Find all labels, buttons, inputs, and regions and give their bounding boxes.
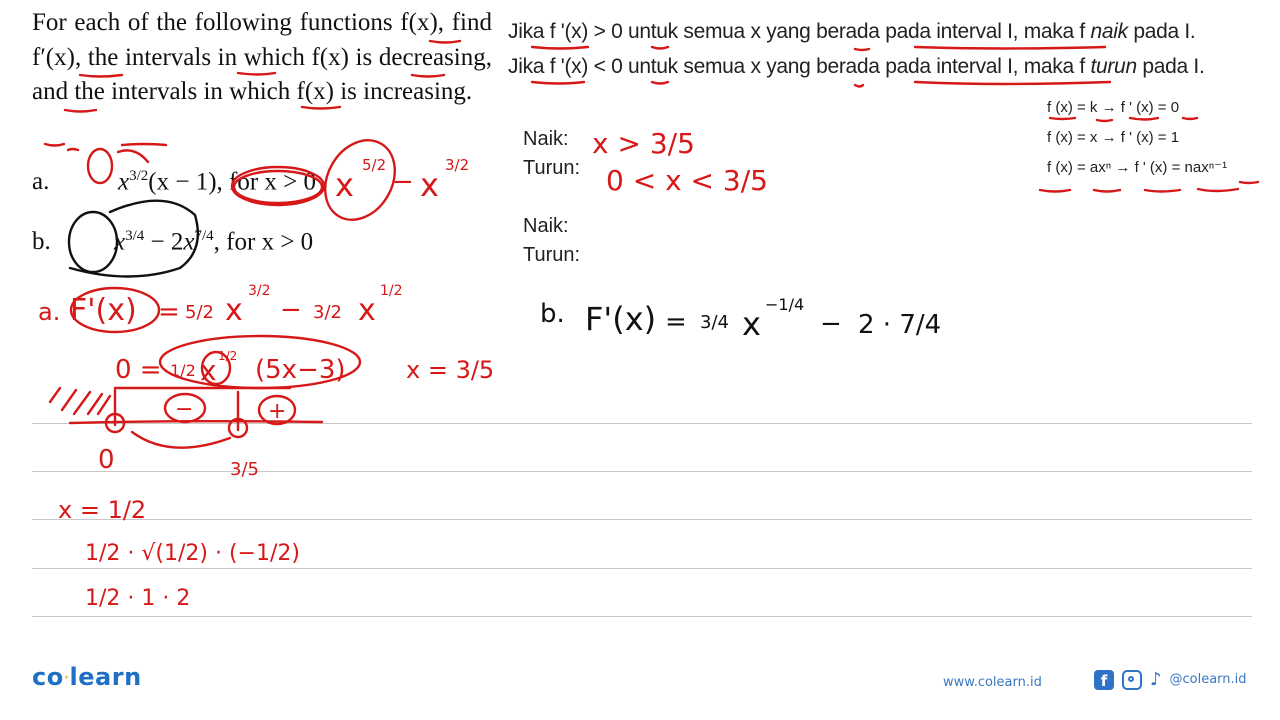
svg-text:x: x (358, 293, 376, 328)
hw-test-x: x = 1/2 (58, 496, 146, 524)
svg-text:x: x (225, 293, 243, 328)
logo-left: co (32, 663, 64, 691)
handwriting-a-rewrite: x 5/2 − x 3/2 (335, 156, 469, 204)
hw-b-minus: − (820, 309, 842, 339)
tiktok-icon[interactable]: ♪ (1150, 669, 1162, 690)
hw-b-c1: 3/4 (700, 312, 729, 333)
hw-turun-value: 0 < x < 3/5 (606, 164, 768, 197)
hw-a-c1: 5/2 (185, 302, 214, 323)
hw-term2: x (420, 166, 439, 204)
sign-positive: + (268, 399, 286, 424)
social-handle[interactable]: @colearn.id (1170, 672, 1247, 687)
handwriting-a-factor: 0 = 1/2 x 1/2 (5x−3) x = 3/5 (115, 334, 494, 390)
hw-term1: x (335, 166, 354, 204)
hw-root: x = 3/5 (406, 356, 494, 384)
instagram-icon[interactable] (1122, 669, 1142, 690)
hw-a-minus: − (280, 295, 302, 325)
handwriting-layer: x 5/2 − x 3/2 x > 3/5 0 < x < 3/5 a. F'(… (38, 39, 1260, 611)
handwriting-b-derivative: b. F'(x) = 3/4 x −1/4 − 2 · 7/4 (540, 295, 941, 343)
problem-circles (66, 139, 396, 278)
hw-minus: − (392, 167, 414, 197)
sign-negative: − (175, 397, 193, 422)
hw-factor-c: 1/2 (170, 361, 196, 380)
hw-factor-paren: (5x−3) (255, 355, 346, 385)
hw-a-e2: 1/2 (380, 283, 403, 299)
handwriting-a-derivative: a. F'(x) = 5/2 x 3/2 − 3/2 x 1/2 (38, 283, 403, 334)
sign-point-3-5: 3/5 (230, 459, 259, 480)
hw-b-c2: 2 · 7/4 (858, 310, 941, 340)
handwriting-test-value: x = 1/2 1/2 · √(1/2) · (−1/2) 1/2 · 1 · … (58, 496, 300, 611)
logo-right: learn (69, 663, 142, 691)
hw-naik-value: x > 3/5 (592, 127, 695, 160)
hw-a-e1: 3/2 (248, 283, 271, 299)
hw-b-e1: −1/4 (765, 295, 804, 314)
sign-chart: − + 0 3/5 (48, 386, 324, 480)
svg-text:x: x (742, 305, 761, 343)
hw-b-lhs: F'(x) (585, 300, 656, 338)
facebook-icon[interactable]: f (1094, 669, 1114, 690)
social-links: f ♪ @colearn.id (1094, 669, 1247, 690)
handwriting-a-answers: x > 3/5 0 < x < 3/5 (592, 127, 768, 197)
hw-b-eq: = (665, 307, 687, 337)
hw-exp1: 5/2 (362, 156, 386, 174)
website-link[interactable]: www.colearn.id (943, 675, 1042, 690)
hw-a-c2: 3/2 (313, 302, 342, 323)
hw-exp2: 3/2 (445, 156, 469, 174)
hw-test-step1: 1/2 · √(1/2) · (−1/2) (85, 541, 300, 566)
colearn-logo[interactable]: co·learn (32, 663, 142, 691)
hw-test-step2: 1/2 · 1 · 2 (85, 586, 190, 611)
hw-b-label: b. (540, 299, 565, 329)
hw-factor-lhs: 0 = (115, 355, 162, 385)
sign-point-0: 0 (98, 445, 115, 475)
hw-a-eq: = (158, 297, 180, 327)
hw-a-label: a. (38, 298, 60, 326)
